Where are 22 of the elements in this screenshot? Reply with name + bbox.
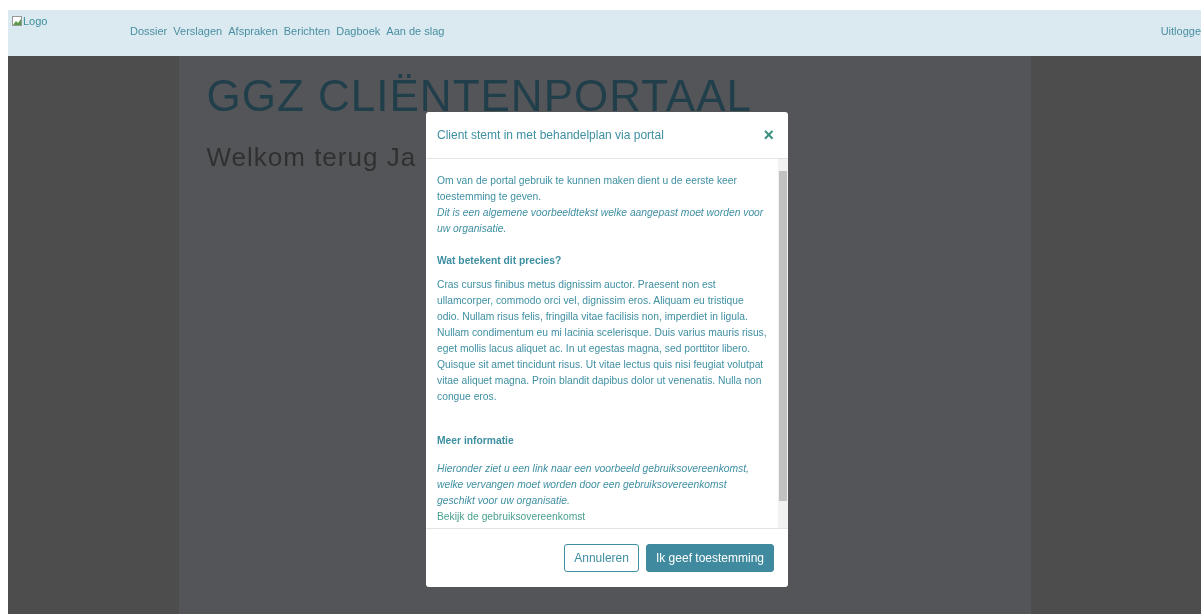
agreement-link[interactable]: Bekijk de gebruiksovereenkomst bbox=[437, 511, 586, 522]
dialog-title: Client stemt in met behandelplan via portal bbox=[437, 128, 664, 142]
nav-link[interactable]: Dossier bbox=[130, 25, 168, 37]
consent-button[interactable]: Ik geef toestemming bbox=[645, 544, 774, 572]
close-button[interactable]: × bbox=[761, 126, 776, 144]
scrollbar-thumb[interactable] bbox=[779, 171, 787, 501]
body-paragraph: Om van de portal gebruik te kunnen maken dient u de eerste keer toestemming te geven. bbox=[437, 174, 738, 204]
nav-link[interactable]: Verslagen bbox=[173, 25, 223, 37]
section-heading: Wat betekent dit precies? bbox=[437, 254, 563, 268]
example-note: Hieronder ziet u een link naar een voorbeeld gebruiksovereenkomst, welke vervangen moet worden door een gebruiksovereenkomst geschikt voor uw organisatie. bbox=[437, 462, 750, 508]
cancel-button[interactable]: Annuleren bbox=[564, 544, 639, 572]
example-note: Dit is een algemene voorbeeldtekst welke aangepast moet worden voor uw organisatie. bbox=[437, 206, 765, 236]
nav-link[interactable]: Dagboek bbox=[336, 25, 381, 37]
nav-link[interactable]: Afspraken bbox=[228, 25, 278, 37]
logo-alt-text: Logo bbox=[23, 15, 48, 27]
nav-link[interactable]: Berichten bbox=[283, 25, 331, 37]
logout-link[interactable]: Uitlogge bbox=[1160, 25, 1201, 37]
broken-image-icon bbox=[12, 16, 22, 26]
scrollbar[interactable] bbox=[778, 159, 788, 528]
nav-link[interactable]: Aan de slag bbox=[386, 25, 445, 37]
section-heading: Meer informatie bbox=[437, 434, 515, 448]
body-paragraph: Cras cursus finibus metus dignissim auctor. Praesent non est ullamcorper, commodo orci vel, dignissim eros. Aliquam eu tristique odio. Nullam risus felis, fringilla vitae facilisis non, imperdiet in ligula. Nullam condimentum eu mi lacinia scelerisque. Duis varius mauris risus, eget mollis lacus aliquet ac. In ut egestas magna, sed porttitor libero. Quisque sit amet tincidunt risus. Ut vitae lectus quis nisi feugiat volutpat vitae aliquet magna. Proin blandit dapibus dolor ut venenatis. Nulla non congue eros. bbox=[437, 278, 767, 404]
